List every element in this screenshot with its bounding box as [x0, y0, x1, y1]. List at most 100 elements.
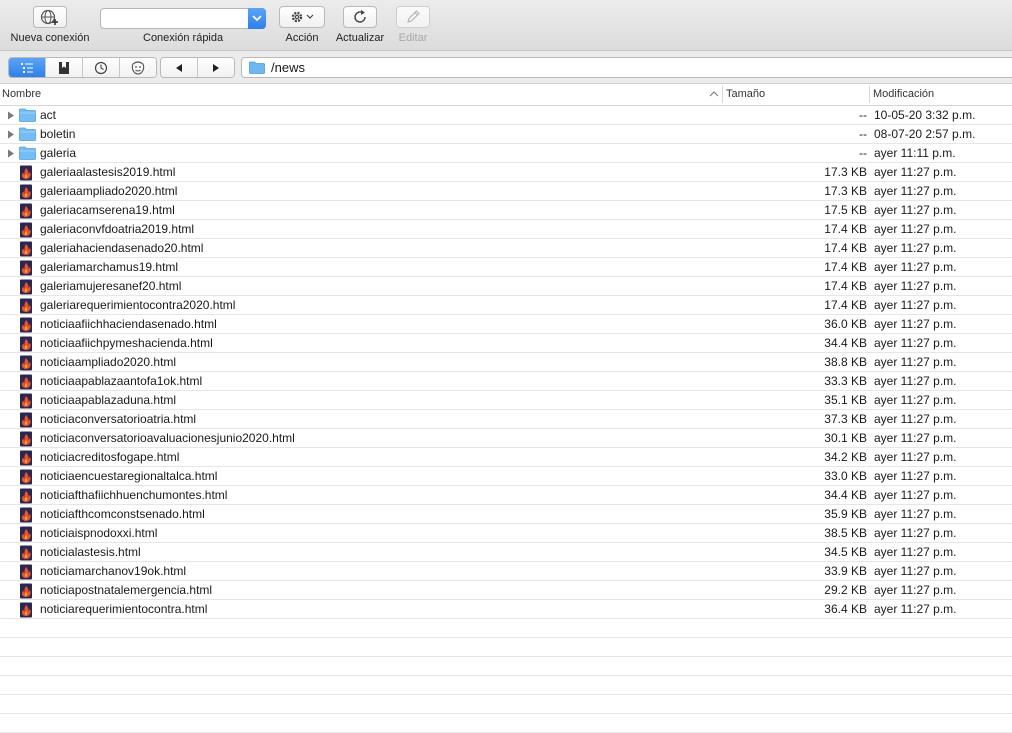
file-modified: ayer 11:27 p.m. [874, 241, 957, 255]
file-name: noticiamarchanov19ok.html [40, 564, 187, 578]
view-browser-button[interactable] [9, 58, 46, 77]
file-size: 37.3 KB [824, 412, 867, 426]
file-row[interactable]: noticiaafiichpymeshacienda.html 34.4 KB ay… [0, 334, 1012, 353]
file-modified: ayer 11:27 p.m. [874, 184, 957, 198]
file-row[interactable]: galeriaconvfdoatria2019.html 17.4 KB ayer … [0, 220, 1012, 239]
file-row[interactable]: noticialastesis.html 34.5 KB ayer 11:27 p.… [0, 543, 1012, 562]
quick-connect-label: Conexión rápida [143, 32, 224, 44]
file-size: 17.3 KB [824, 184, 867, 198]
file-name: noticiaconversatorioatria.html [40, 412, 197, 426]
file-modified: ayer 11:27 p.m. [874, 336, 957, 350]
column-size-header[interactable]: Tamaño [726, 88, 765, 100]
quick-connect-field[interactable] [100, 8, 266, 29]
file-name: noticiaconversatorioavaluacionesjunio202… [40, 431, 295, 445]
file-row[interactable]: noticiapostnatalemergencia.html 29.2 KB ay… [0, 581, 1012, 600]
file-row[interactable]: noticiarequerimientocontra.html 36.4 KB ay… [0, 600, 1012, 619]
pencil-icon [407, 10, 420, 23]
file-modified: 10-05-20 3:32 p.m. [874, 108, 976, 122]
gear-icon [291, 11, 314, 23]
file-row[interactable]: noticiaampliado2020.html 38.8 KB ayer 11:2… [0, 353, 1012, 372]
file-modified: ayer 11:27 p.m. [874, 393, 957, 407]
action-label: Acción [285, 32, 319, 44]
empty-row [0, 676, 1012, 695]
refresh-icon-button[interactable] [343, 6, 377, 28]
file-name: galeriamujeresanef20.html [40, 279, 182, 293]
file-row[interactable]: noticiafthcomconstsenado.html 35.9 KB ayer… [0, 505, 1012, 524]
action-menu[interactable]: Acción [278, 6, 326, 44]
file-modified: ayer 11:27 p.m. [874, 203, 957, 217]
file-row[interactable]: galeriamarchamus19.html 17.4 KB ayer 11:27… [0, 258, 1012, 277]
file-row[interactable]: noticiaispnodoxxi.html 38.5 KB ayer 11:27 … [0, 524, 1012, 543]
file-name: galeriaconvfdoatria2019.html [40, 222, 195, 236]
file-size: 17.4 KB [824, 222, 867, 236]
file-row[interactable]: galeriaampliado2020.html 17.3 KB ayer 11:2… [0, 182, 1012, 201]
file-modified: ayer 11:27 p.m. [874, 412, 957, 426]
new-connection-button[interactable]: Nueva conexión [8, 6, 92, 44]
action-button[interactable] [279, 6, 325, 28]
file-row[interactable]: galeriahaciendasenado20.html 17.4 KB ayer … [0, 239, 1012, 258]
file-row[interactable]: noticiaconversatorioatria.html 37.3 KB aye… [0, 410, 1012, 429]
file-row[interactable]: galeria -- ayer 11:11 p.m. [0, 144, 1012, 163]
edit-icon-button[interactable] [396, 6, 430, 28]
quick-connect-dropdown[interactable] [248, 8, 266, 29]
clock-icon [94, 61, 108, 74]
file-modified: ayer 11:27 p.m. [874, 488, 957, 502]
back-button[interactable] [161, 58, 198, 77]
outline-list-icon [21, 62, 33, 73]
view-bookmarks-button[interactable] [46, 58, 83, 77]
file-modified: ayer 11:27 p.m. [874, 260, 957, 274]
refresh-button[interactable]: Actualizar [334, 6, 386, 44]
column-header: Nombre Tamaño Modificación [0, 84, 1012, 106]
file-row[interactable]: noticiaapablazaduna.html 35.1 KB ayer 11:2… [0, 391, 1012, 410]
file-row[interactable]: galeriarequerimientocontra2020.html 17.4 … [0, 296, 1012, 315]
file-row[interactable]: noticiacreditosfogape.html 34.2 KB ayer 11… [0, 448, 1012, 467]
forward-button[interactable] [198, 58, 234, 77]
view-history-button[interactable] [83, 58, 120, 77]
file-modified: ayer 11:27 p.m. [874, 564, 957, 578]
sort-ascending-icon [709, 91, 719, 97]
column-divider[interactable] [869, 86, 870, 103]
file-row[interactable]: noticiamarchanov19ok.html 33.9 KB ayer 11:… [0, 562, 1012, 581]
file-name: galeriarequerimientocontra2020.html [40, 298, 236, 312]
file-name: noticiacreditosfogape.html [40, 450, 180, 464]
file-row[interactable]: galeriamujeresanef20.html 17.4 KB ayer 11:… [0, 277, 1012, 296]
current-path: /news [271, 60, 305, 75]
file-row[interactable]: boletin -- 08-07-20 2:57 p.m. [0, 125, 1012, 144]
toolbar: Nueva conexión Conexión rápida Acción Ac… [0, 0, 1012, 51]
empty-row [0, 695, 1012, 714]
file-row[interactable]: noticiaapablazaantofa1ok.html 33.3 KB ayer… [0, 372, 1012, 391]
empty-row [0, 714, 1012, 733]
file-row[interactable]: noticiafthafiichhuenchumontes.html 34.4 K… [0, 486, 1012, 505]
file-modified: ayer 11:27 p.m. [874, 450, 957, 464]
folder-icon [249, 61, 265, 74]
file-row[interactable]: noticiaencuestaregionaltalca.html 33.0 KB… [0, 467, 1012, 486]
file-row[interactable]: act -- 10-05-20 3:32 p.m. [0, 106, 1012, 125]
bonjour-icon [131, 60, 145, 75]
path-selector[interactable]: /news [241, 57, 1012, 78]
new-connection-icon-button[interactable] [33, 6, 67, 28]
file-size: 38.5 KB [824, 526, 867, 540]
file-modified: ayer 11:27 p.m. [874, 469, 957, 483]
quick-connect-input[interactable] [105, 10, 249, 29]
column-modified-header[interactable]: Modificación [873, 88, 934, 100]
file-row[interactable]: galeriacamserena19.html 17.5 KB ayer 11:27… [0, 201, 1012, 220]
view-mode-selector [8, 57, 157, 78]
file-modified: ayer 11:27 p.m. [874, 583, 957, 597]
view-bonjour-button[interactable] [120, 58, 156, 77]
file-modified: ayer 11:27 p.m. [874, 545, 957, 559]
file-name: noticiaapablazaantofa1ok.html [40, 374, 203, 388]
file-modified: ayer 11:27 p.m. [874, 222, 957, 236]
column-name-header[interactable]: Nombre [2, 88, 41, 100]
file-size: 35.1 KB [824, 393, 867, 407]
file-row[interactable]: noticiaafiichhaciendasenado.html 36.0 KB a… [0, 315, 1012, 334]
empty-row [0, 638, 1012, 657]
file-size: 33.0 KB [824, 469, 867, 483]
column-divider[interactable] [722, 86, 723, 103]
file-row[interactable]: galeriaalastesis2019.html 17.3 KB ayer 11:… [0, 163, 1012, 182]
file-name: noticiafthcomconstsenado.html [40, 507, 205, 521]
bookmark-book-icon [59, 61, 69, 74]
file-name: noticiaafiichpymeshacienda.html [40, 336, 213, 350]
edit-button[interactable]: Editar [394, 6, 432, 44]
file-modified: ayer 11:27 p.m. [874, 355, 957, 369]
file-row[interactable]: noticiaconversatorioavaluacionesjunio202… [0, 429, 1012, 448]
